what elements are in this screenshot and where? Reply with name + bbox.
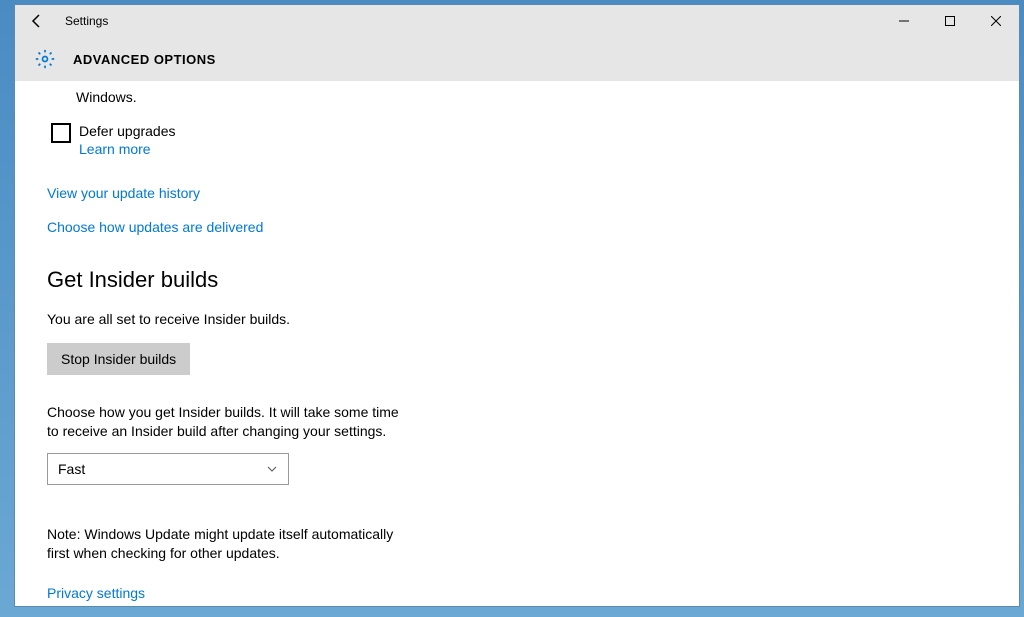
insider-description: Choose how you get Insider builds. It wi…	[47, 403, 407, 441]
settings-window: Settings ADVANCED OPTIONS Windows. Defer…	[14, 4, 1020, 607]
maximize-icon	[945, 16, 955, 26]
content-area: Windows. Defer upgrades Learn more View …	[15, 81, 1019, 606]
window-controls	[881, 5, 1019, 37]
maximize-button[interactable]	[927, 5, 973, 37]
titlebar: Settings	[15, 5, 1019, 37]
learn-more-link[interactable]: Learn more	[79, 141, 176, 157]
defer-upgrades-label: Defer upgrades	[79, 123, 176, 139]
insider-builds-heading: Get Insider builds	[47, 267, 983, 293]
insider-ring-dropdown[interactable]: Fast	[47, 453, 289, 485]
back-arrow-icon	[29, 13, 45, 29]
close-icon	[991, 16, 1001, 26]
chevron-down-icon	[266, 463, 278, 475]
app-title: Settings	[65, 14, 108, 28]
stop-insider-builds-button[interactable]: Stop Insider builds	[47, 343, 190, 375]
choose-delivery-link[interactable]: Choose how updates are delivered	[47, 219, 263, 235]
checkbox-label-wrap: Defer upgrades Learn more	[79, 123, 176, 157]
defer-upgrades-row: Defer upgrades Learn more	[51, 123, 983, 157]
privacy-settings-link[interactable]: Privacy settings	[47, 585, 145, 601]
insider-status-text: You are all set to receive Insider build…	[47, 311, 983, 327]
minimize-button[interactable]	[881, 5, 927, 37]
truncated-text: Windows.	[76, 89, 983, 105]
minimize-icon	[899, 16, 909, 26]
view-update-history-link[interactable]: View your update history	[47, 185, 200, 201]
page-header: ADVANCED OPTIONS	[15, 37, 1019, 81]
defer-upgrades-checkbox[interactable]	[51, 123, 71, 143]
dropdown-selected-value: Fast	[58, 461, 85, 477]
page-heading: ADVANCED OPTIONS	[73, 52, 216, 67]
gear-icon	[35, 49, 55, 69]
windows-update-note: Note: Windows Update might update itself…	[47, 525, 407, 563]
back-button[interactable]	[27, 11, 47, 31]
close-button[interactable]	[973, 5, 1019, 37]
